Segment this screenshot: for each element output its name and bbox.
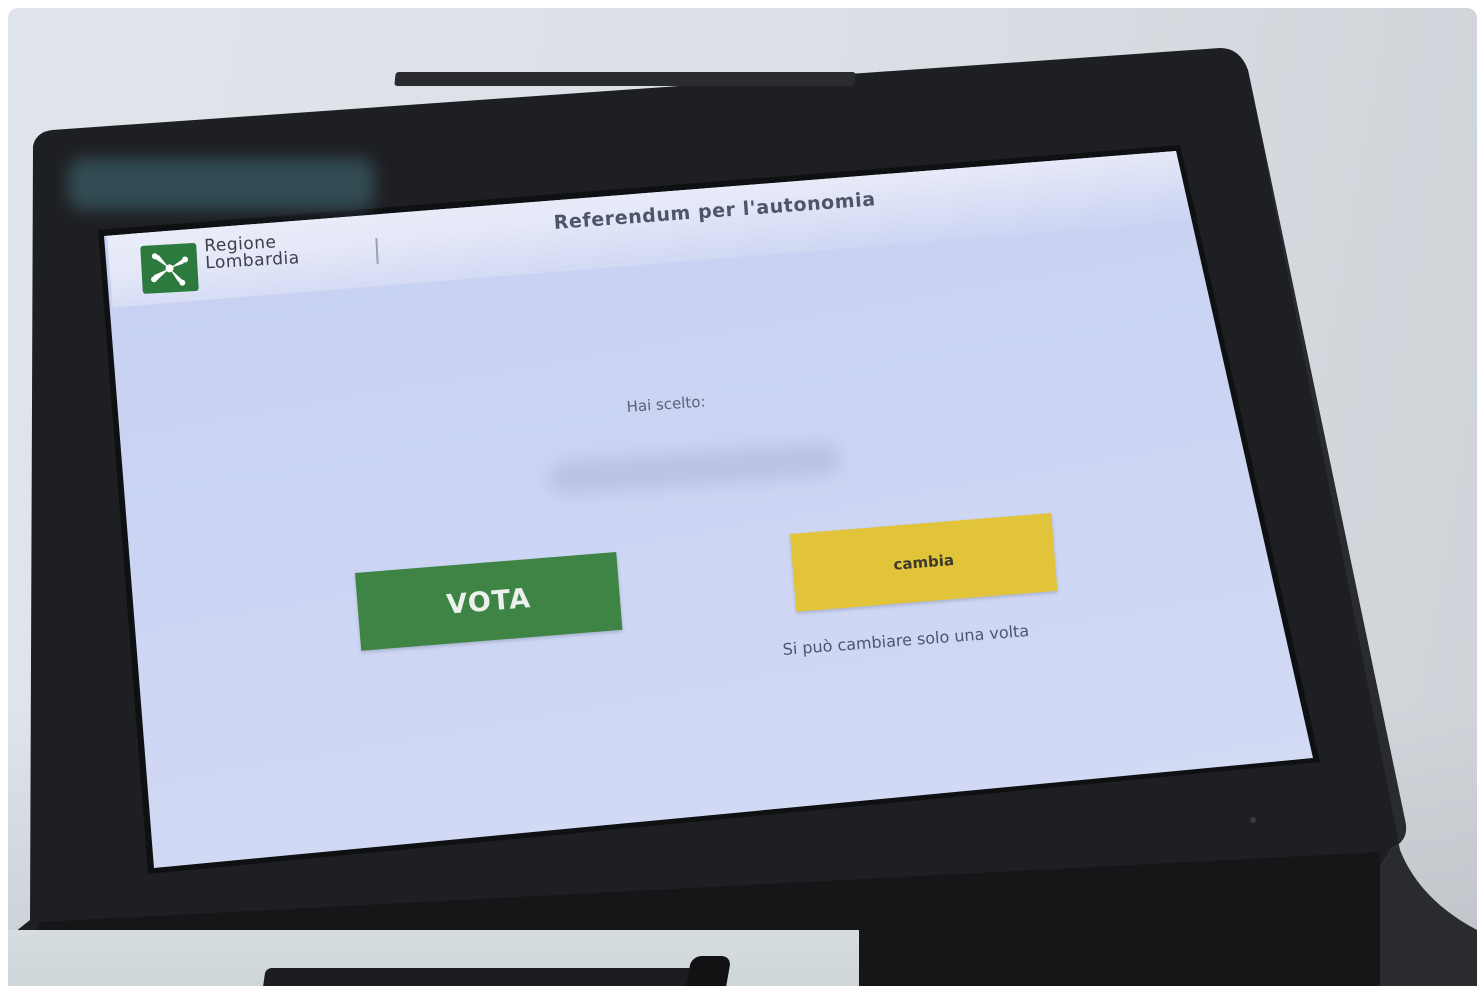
regione-lombardia-logo-icon	[140, 242, 199, 294]
logo-line-lombardia: Lombardia	[204, 248, 301, 274]
tablet-sensor	[1250, 817, 1256, 823]
tablet-top-strip	[394, 72, 856, 86]
redacted-label	[68, 158, 374, 210]
inset-photo	[8, 930, 859, 986]
inset-tablet-corner	[684, 956, 732, 986]
inset-tablet-top	[262, 968, 726, 986]
logo-text: Regione Lombardia	[204, 231, 346, 273]
logo-symbol-icon	[151, 253, 189, 286]
